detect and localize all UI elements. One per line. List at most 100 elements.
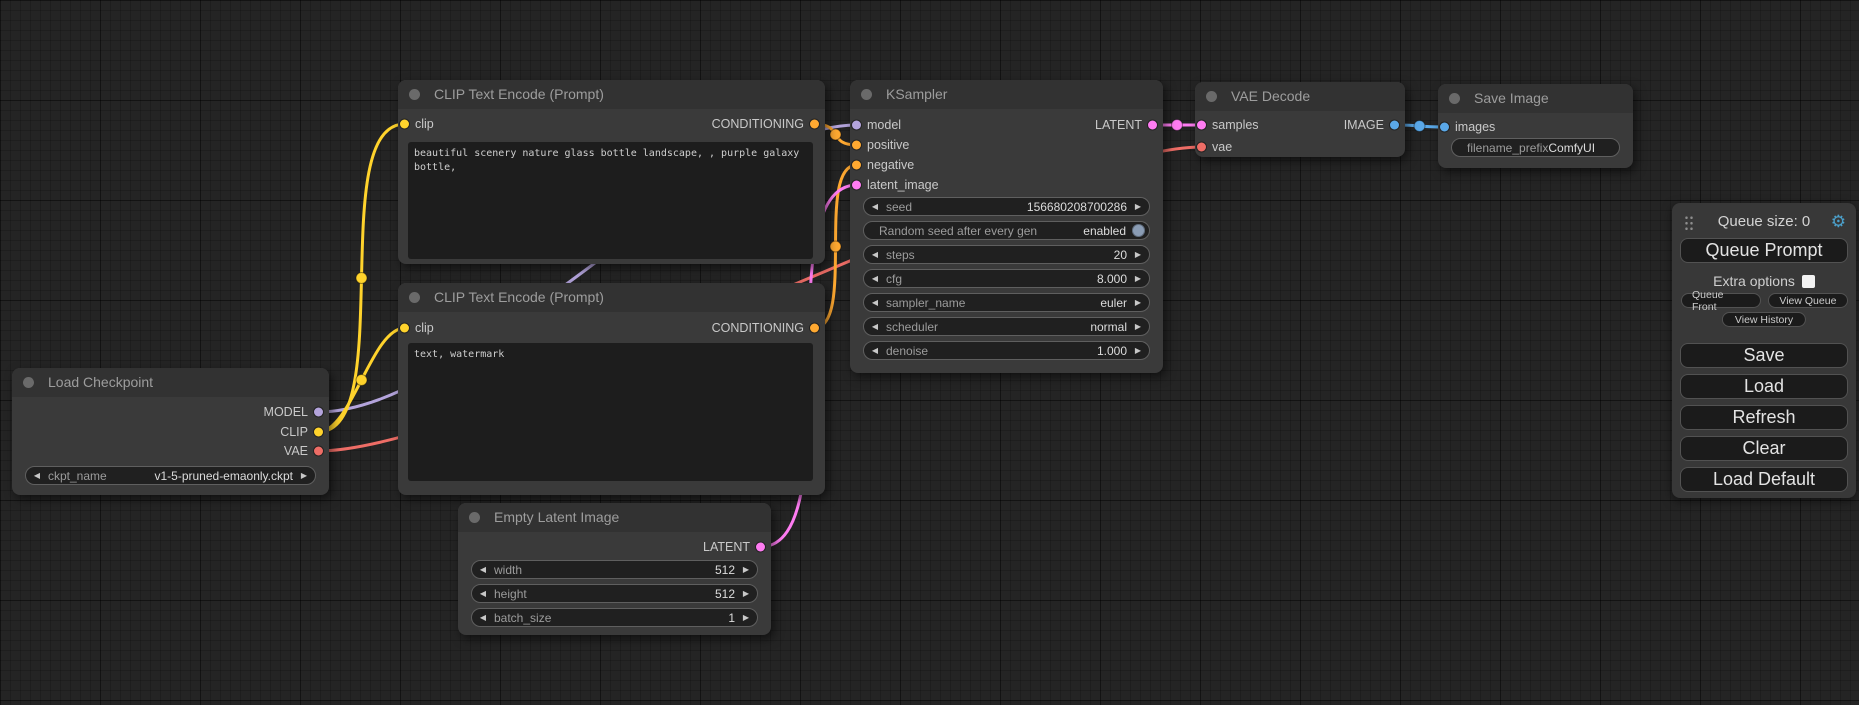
output-dot-CONDITIONING[interactable] [810,324,819,333]
decrement-arrow-icon[interactable]: ◀ [864,198,886,215]
output-dot-MODEL[interactable] [314,408,323,417]
save-button[interactable]: Save [1680,343,1848,368]
widget-ckpt_name[interactable]: ◀ckpt_namev1-5-pruned-emaonly.ckpt▶ [25,466,316,485]
input-dot-latent_image[interactable] [852,181,861,190]
node-clip-text-encode-positive[interactable]: CLIP Text Encode (Prompt)clipCONDITIONIN… [398,80,825,264]
node-title-empty-latent-image: Empty Latent Image [458,503,771,532]
increment-arrow-icon[interactable]: ▶ [293,467,315,484]
collapse-dot-icon[interactable] [23,377,34,388]
widget-value: ComfyUI [1548,141,1620,155]
widget-name: Random seed after every gen [864,224,1037,238]
load-default-button[interactable]: Load Default [1680,467,1848,492]
decrement-arrow-icon[interactable]: ◀ [864,318,886,335]
output-dot-LATENT[interactable] [1148,121,1157,130]
output-slot-IMAGE: IMAGE [1258,117,1405,133]
node-title-text: VAE Decode [1231,88,1310,104]
collapse-dot-icon[interactable] [1206,91,1217,102]
node-graph-canvas[interactable]: Load CheckpointMODELCLIPVAE◀ckpt_namev1-… [0,0,1859,705]
node-vae-decode[interactable]: VAE DecodesamplesvaeIMAGE [1195,82,1405,157]
increment-arrow-icon[interactable]: ▶ [735,585,757,602]
widget-width[interactable]: ◀width512▶ [471,560,758,579]
input-dot-negative[interactable] [852,161,861,170]
clear-button[interactable]: Clear [1680,436,1848,461]
refresh-button[interactable]: Refresh [1680,405,1848,430]
collapse-dot-icon[interactable] [469,512,480,523]
widget-steps[interactable]: ◀steps20▶ [863,245,1150,264]
output-slot-CONDITIONING: CONDITIONING [526,320,825,336]
increment-arrow-icon[interactable]: ▶ [1127,294,1149,311]
queue-panel: Queue size: 0 ⚙ Queue Prompt Extra optio… [1672,203,1856,498]
decrement-arrow-icon[interactable]: ◀ [472,561,494,578]
toggle-indicator-icon[interactable] [1132,224,1145,237]
collapse-dot-icon[interactable] [409,292,420,303]
input-dot-model[interactable] [852,121,861,130]
widget-batch_size[interactable]: ◀batch_size1▶ [471,608,758,627]
decrement-arrow-icon[interactable]: ◀ [26,467,48,484]
input-dot-positive[interactable] [852,141,861,150]
output-slot-LATENT: LATENT [944,117,1163,133]
widget-value: 20 [1114,248,1127,262]
decrement-arrow-icon[interactable]: ◀ [472,585,494,602]
node-clip-text-encode-negative[interactable]: CLIP Text Encode (Prompt)clipCONDITIONIN… [398,283,825,495]
input-slot-latent_image: latent_image [850,177,1007,193]
output-dot-LATENT[interactable] [756,543,765,552]
increment-arrow-icon[interactable]: ▶ [1127,342,1149,359]
increment-arrow-icon[interactable]: ▶ [1127,270,1149,287]
increment-arrow-icon[interactable]: ▶ [1127,246,1149,263]
widget-value: 8.000 [1097,272,1127,286]
increment-arrow-icon[interactable]: ▶ [1127,198,1149,215]
increment-arrow-icon[interactable]: ▶ [1127,318,1149,335]
decrement-arrow-icon[interactable]: ◀ [864,270,886,287]
collapse-dot-icon[interactable] [861,89,872,100]
input-dot-vae[interactable] [1197,143,1206,152]
input-dot-clip[interactable] [400,120,409,129]
node-title-save-image: Save Image [1438,84,1633,113]
link-midpoint-dot-2 [356,375,367,386]
output-dot-VAE[interactable] [314,447,323,456]
node-ksampler[interactable]: KSamplermodelpositivenegativelatent_imag… [850,80,1163,373]
decrement-arrow-icon[interactable]: ◀ [864,246,886,263]
widget-value: v1-5-pruned-emaonly.ckpt [154,469,293,483]
widget-filename_prefix[interactable]: filename_prefixComfyUI [1451,138,1620,157]
queue-prompt-button[interactable]: Queue Prompt [1680,238,1848,263]
settings-gear-icon[interactable]: ⚙ [1831,212,1846,232]
view-history-button[interactable]: View History [1722,312,1806,327]
link-midpoint-dot-7 [1172,120,1183,131]
output-slot-VAE: VAE [107,443,329,459]
output-slot-label: MODEL [264,404,308,420]
widget-denoise[interactable]: ◀denoise1.000▶ [863,341,1150,360]
increment-arrow-icon[interactable]: ▶ [735,609,757,626]
output-slot-CONDITIONING: CONDITIONING [526,116,825,132]
load-button[interactable]: Load [1680,374,1848,399]
widget-name: height [494,587,527,601]
input-dot-samples[interactable] [1197,121,1206,130]
link-midpoint-dot-4 [830,129,841,140]
input-slot-label: latent_image [867,177,939,193]
widget-cfg[interactable]: ◀cfg8.000▶ [863,269,1150,288]
node-load-checkpoint[interactable]: Load CheckpointMODELCLIPVAE◀ckpt_namev1-… [12,368,329,495]
output-dot-CLIP[interactable] [314,428,323,437]
queue-front-button[interactable]: Queue Front [1681,293,1761,308]
widget-sampler_name[interactable]: ◀sampler_nameeuler▶ [863,293,1150,312]
input-dot-images[interactable] [1440,123,1449,132]
prompt-textarea[interactable]: text, watermark [408,343,813,481]
widget-height[interactable]: ◀height512▶ [471,584,758,603]
input-dot-clip[interactable] [400,324,409,333]
decrement-arrow-icon[interactable]: ◀ [864,294,886,311]
collapse-dot-icon[interactable] [409,89,420,100]
widget-name: batch_size [494,611,551,625]
widget-scheduler[interactable]: ◀schedulernormal▶ [863,317,1150,336]
node-empty-latent-image[interactable]: Empty Latent ImageLATENT◀width512▶◀heigh… [458,503,771,635]
output-dot-CONDITIONING[interactable] [810,120,819,129]
decrement-arrow-icon[interactable]: ◀ [864,342,886,359]
node-save-image[interactable]: Save Imageimagesfilename_prefixComfyUI [1438,84,1633,168]
view-queue-button[interactable]: View Queue [1768,293,1848,308]
collapse-dot-icon[interactable] [1449,93,1460,104]
extra-options-checkbox[interactable] [1802,275,1815,288]
widget-random-seed-after-every-gen[interactable]: Random seed after every genenabled [863,221,1150,240]
widget-seed[interactable]: ◀seed156680208700286▶ [863,197,1150,216]
output-dot-IMAGE[interactable] [1390,121,1399,130]
decrement-arrow-icon[interactable]: ◀ [472,609,494,626]
prompt-textarea[interactable]: beautiful scenery nature glass bottle la… [408,142,813,259]
increment-arrow-icon[interactable]: ▶ [735,561,757,578]
